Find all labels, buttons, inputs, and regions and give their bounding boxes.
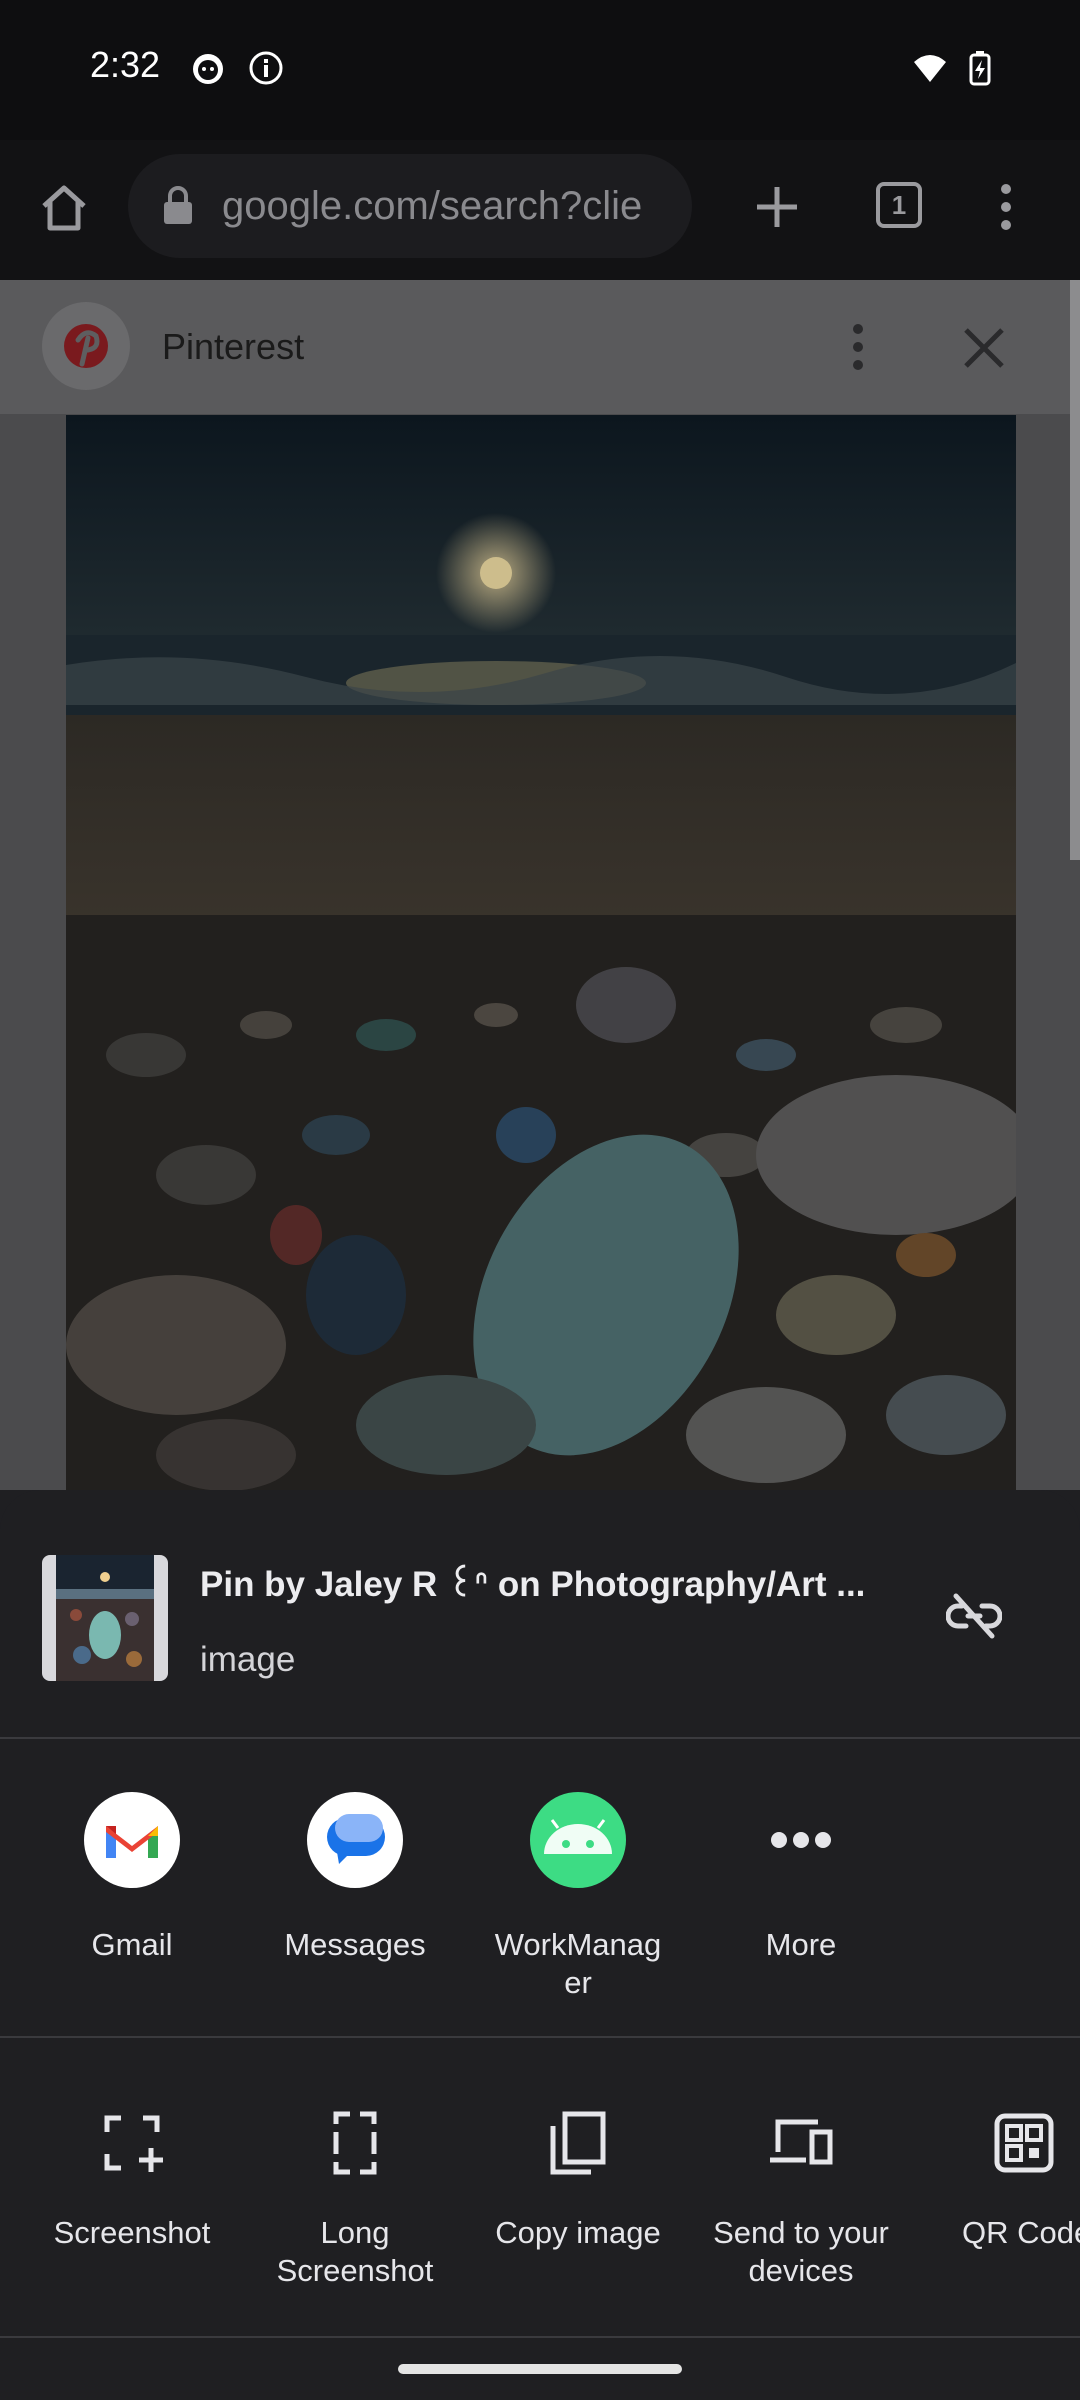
more-options-icon[interactable] [994, 182, 1018, 232]
pin-viewer-header [0, 280, 1070, 414]
send-to-devices-label: Send to your devices [713, 2215, 889, 2288]
messages-icon [327, 1814, 385, 1864]
messages-app-button[interactable] [307, 1792, 403, 1888]
more-horizontal-icon [771, 1832, 831, 1848]
qr-code-label: QR Code [962, 2215, 1080, 2250]
link-off-icon[interactable] [946, 1588, 1002, 1644]
gmail-app-button[interactable] [84, 1792, 180, 1888]
tab-switcher-button[interactable]: 1 [876, 182, 922, 228]
workmanager-app-button[interactable] [530, 1792, 626, 1888]
lock-icon [164, 186, 192, 224]
gmail-label: Gmail [91, 1927, 173, 1962]
pin-image [66, 415, 1016, 1490]
long-screenshot-label: Long Screenshot [276, 2215, 434, 2288]
close-icon[interactable] [962, 326, 1006, 370]
copy-image-label: Copy image [495, 2215, 661, 2250]
sheet-divider [0, 2036, 1080, 2038]
pinterest-logo [42, 302, 130, 390]
sheet-divider [0, 2336, 1080, 2338]
sheet-divider [0, 1737, 1080, 1739]
messages-label: Messages [284, 1927, 426, 1962]
more-apps-button[interactable] [753, 1792, 849, 1888]
long-screenshot-icon [333, 2111, 377, 2175]
wifi-icon [914, 55, 946, 82]
share-subtitle: image [200, 1640, 296, 1679]
battery-charging-icon [969, 51, 991, 86]
screenshot-icon [104, 2115, 163, 2172]
pin-more-icon[interactable] [846, 322, 870, 372]
screenshot-label: Screenshot [53, 2215, 211, 2250]
home-icon[interactable] [36, 180, 92, 236]
status-time: 2:32 [90, 44, 161, 85]
tab-count: 1 [891, 190, 907, 220]
share-preview-thumbnail [42, 1555, 168, 1681]
page-scrollbar[interactable] [1070, 280, 1080, 860]
url-text[interactable]: google.com/search?clie [222, 184, 672, 229]
devices-icon [770, 2119, 833, 2165]
pin-source-title: Pinterest [162, 326, 305, 367]
qr-code-icon [994, 2113, 1054, 2173]
share-title: Pin by Jaley R ꒰ᐢ on Photography/Art ... [200, 1565, 866, 1604]
new-tab-icon[interactable] [752, 182, 802, 232]
gesture-handle[interactable] [398, 2364, 682, 2374]
info-icon [249, 51, 283, 85]
workmanager-label: WorkManag er [494, 1927, 662, 2000]
more-label: More [765, 1927, 837, 1962]
gmail-icon [106, 1826, 158, 1858]
android-icon [544, 1819, 612, 1854]
copy-icon [550, 2111, 606, 2175]
cat-notification-icon [193, 54, 223, 84]
pinterest-icon [64, 324, 108, 368]
